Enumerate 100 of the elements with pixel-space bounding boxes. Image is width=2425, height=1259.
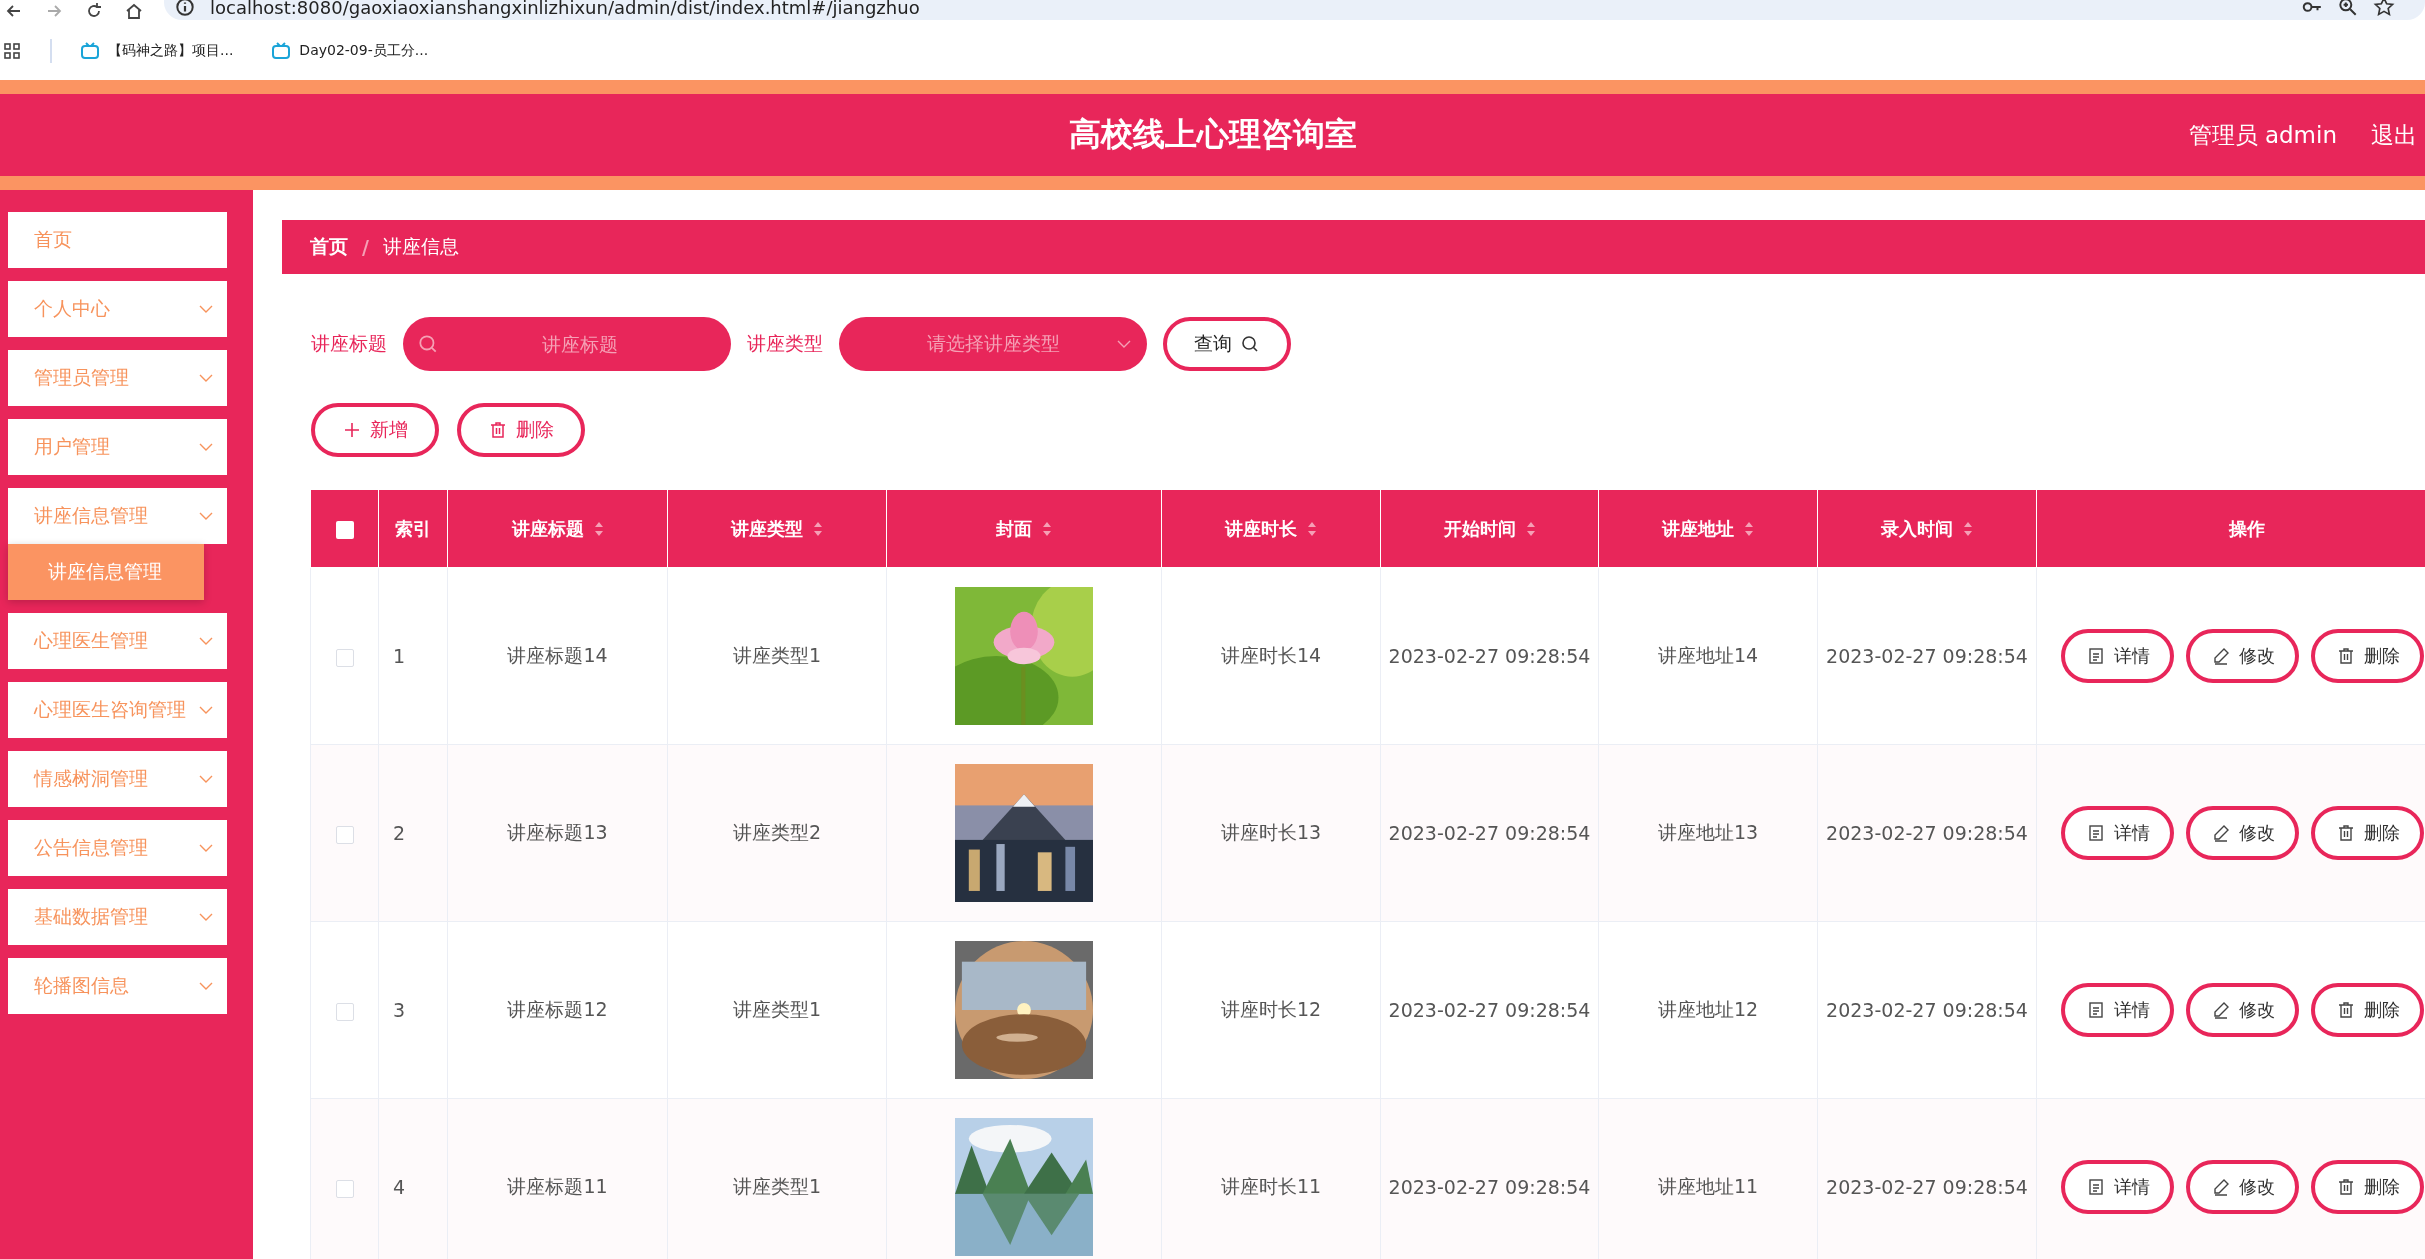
delete-button[interactable]: 删除 bbox=[2311, 629, 2424, 683]
add-button[interactable]: 新增 bbox=[311, 403, 439, 457]
zoom-icon[interactable] bbox=[2337, 0, 2359, 18]
sort-icon[interactable] bbox=[1525, 520, 1536, 537]
table-cell: 2023-02-27 09:28:54 bbox=[1826, 999, 2028, 1021]
row-checkbox[interactable] bbox=[335, 648, 354, 667]
chevron-icon bbox=[199, 637, 213, 645]
menu-label: 心理医生管理 bbox=[34, 628, 148, 653]
table-cell: 讲座地址14 bbox=[1657, 644, 1759, 666]
info-icon bbox=[174, 0, 196, 18]
star-icon[interactable] bbox=[2373, 0, 2395, 18]
menu-item[interactable]: 轮播图信息 bbox=[8, 958, 227, 1014]
table-cell: 4 bbox=[393, 1176, 406, 1198]
table-cell: 2023-02-27 09:28:54 bbox=[1826, 822, 2028, 844]
column-header[interactable]: 讲座时长 bbox=[1161, 489, 1381, 568]
row-checkbox[interactable] bbox=[335, 1002, 354, 1021]
chevron-icon bbox=[199, 443, 213, 451]
table-cell: 2 bbox=[393, 822, 406, 844]
details-button[interactable]: 详情 bbox=[2061, 629, 2174, 683]
table-cell: 1 bbox=[393, 645, 406, 667]
menu-item[interactable]: 心理医生管理 bbox=[8, 613, 227, 669]
edit-button[interactable]: 修改 bbox=[2186, 1160, 2299, 1214]
table-cell: 讲座时长12 bbox=[1220, 998, 1322, 1020]
url-text: localhost:8080/gaoxiaoxianshangxinlizhixun/admin/dist/index.html#/jiangzhuo bbox=[210, 0, 920, 18]
menu-item[interactable]: 公告信息管理 bbox=[8, 820, 227, 876]
column-header[interactable]: 操作 bbox=[2036, 489, 2425, 568]
table-cell: 讲座类型1 bbox=[732, 998, 822, 1020]
delete-button[interactable]: 删除 bbox=[457, 403, 585, 457]
menu-item[interactable]: 基础数据管理 bbox=[8, 889, 227, 945]
column-header[interactable]: 录入时间 bbox=[1817, 489, 2037, 568]
edit-button[interactable]: 修改 bbox=[2186, 629, 2299, 683]
logout-link[interactable]: 退出 bbox=[2371, 119, 2417, 151]
tv-icon[interactable] bbox=[271, 41, 292, 61]
home-icon[interactable] bbox=[124, 1, 144, 21]
table-cell: 讲座类型2 bbox=[732, 821, 822, 843]
table-cell: 2023-02-27 09:28:54 bbox=[1388, 645, 1591, 667]
row-checkbox[interactable] bbox=[335, 1179, 354, 1198]
select-all-checkbox[interactable] bbox=[335, 521, 354, 539]
menu-item[interactable]: 首页 bbox=[8, 212, 227, 268]
table-cell: 讲座地址11 bbox=[1657, 1175, 1759, 1197]
chevron-icon bbox=[199, 775, 213, 783]
details-button[interactable]: 详情 bbox=[2061, 1160, 2174, 1214]
user-name: 管理员 admin bbox=[2188, 120, 2337, 150]
edit-button[interactable]: 修改 bbox=[2186, 806, 2299, 860]
sort-icon[interactable] bbox=[1307, 520, 1317, 537]
chevron-icon bbox=[199, 982, 213, 990]
table-cell: 2023-02-27 09:28:54 bbox=[1826, 1176, 2028, 1198]
details-button[interactable]: 详情 bbox=[2061, 806, 2174, 860]
bookmark[interactable]: Day02-09-员工分... bbox=[299, 42, 429, 60]
column-header[interactable]: 索引 bbox=[378, 489, 448, 568]
chevron-icon bbox=[199, 305, 213, 313]
plus-icon bbox=[342, 420, 362, 440]
menu-label: 公告信息管理 bbox=[34, 835, 148, 860]
sort-icon[interactable] bbox=[1963, 520, 1973, 537]
menu-label: 讲座信息管理 bbox=[34, 503, 148, 528]
search-field[interactable]: 讲座标题 bbox=[403, 317, 731, 371]
details-button[interactable]: 详情 bbox=[2061, 983, 2174, 1037]
column-header[interactable]: 讲座类型 bbox=[667, 489, 887, 568]
table-cell: 讲座标题13 bbox=[507, 821, 608, 843]
menu-label: 情感树洞管理 bbox=[34, 766, 148, 791]
query-button[interactable]: 查询 bbox=[1163, 317, 1291, 371]
search-icon bbox=[1240, 334, 1260, 354]
menu-item[interactable]: 情感树洞管理 bbox=[8, 751, 227, 807]
menu-item[interactable]: 心理医生咨询管理 bbox=[8, 682, 227, 738]
delete-button[interactable]: 删除 bbox=[2311, 1160, 2424, 1214]
menu-item[interactable]: 管理员管理 bbox=[8, 350, 227, 406]
field-label: 讲座类型 bbox=[747, 331, 823, 356]
sort-icon[interactable] bbox=[1744, 520, 1754, 537]
sort-icon[interactable] bbox=[813, 520, 823, 537]
trash-icon bbox=[488, 420, 508, 440]
table-cell: 2023-02-27 09:28:54 bbox=[1388, 822, 1591, 844]
sort-icon[interactable] bbox=[1042, 520, 1052, 537]
site-title: 高校线上心理咨询室 bbox=[1068, 114, 1357, 155]
column-header[interactable]: 讲座标题 bbox=[447, 489, 668, 568]
tv-icon[interactable] bbox=[80, 41, 100, 61]
submenu-item[interactable]: 讲座信息管理 bbox=[8, 544, 204, 600]
row-checkbox[interactable] bbox=[335, 825, 354, 844]
breadcrumb-item[interactable]: 讲座信息 bbox=[382, 234, 459, 260]
delete-button[interactable]: 删除 bbox=[2311, 806, 2424, 860]
menu-item[interactable]: 个人中心 bbox=[8, 281, 227, 337]
menu-label: 管理员管理 bbox=[34, 365, 129, 390]
column-header[interactable]: 封面 bbox=[886, 489, 1162, 568]
breadcrumb-separator: / bbox=[362, 236, 369, 258]
table-cell: 3 bbox=[393, 999, 406, 1021]
table-cell: 讲座标题12 bbox=[507, 998, 608, 1020]
menu-item[interactable]: 用户管理 bbox=[8, 419, 227, 475]
table-cell: 讲座时长11 bbox=[1220, 1175, 1322, 1197]
column-header[interactable]: 开始时间 bbox=[1380, 489, 1599, 568]
bookmark[interactable]: 【码神之路】项目... bbox=[108, 42, 234, 60]
table-cell: 讲座时长14 bbox=[1220, 644, 1322, 666]
menu-item[interactable]: 讲座信息管理 bbox=[8, 488, 227, 544]
delete-button[interactable]: 删除 bbox=[2311, 983, 2424, 1037]
sort-icon[interactable] bbox=[593, 520, 604, 537]
table-cell: 讲座地址13 bbox=[1657, 821, 1759, 843]
address-bar[interactable]: localhost:8080/gaoxiaoxianshangxinlizhixun/admin/dist/index.html#/jiangzhuo bbox=[164, 0, 2425, 20]
edit-button[interactable]: 修改 bbox=[2186, 983, 2299, 1037]
column-header[interactable]: 讲座地址 bbox=[1598, 489, 1818, 568]
type-dropdown[interactable]: 请选择讲座类型 bbox=[839, 317, 1147, 371]
breadcrumb-item[interactable]: 首页 bbox=[310, 234, 348, 260]
apps-icon[interactable] bbox=[2, 41, 22, 61]
